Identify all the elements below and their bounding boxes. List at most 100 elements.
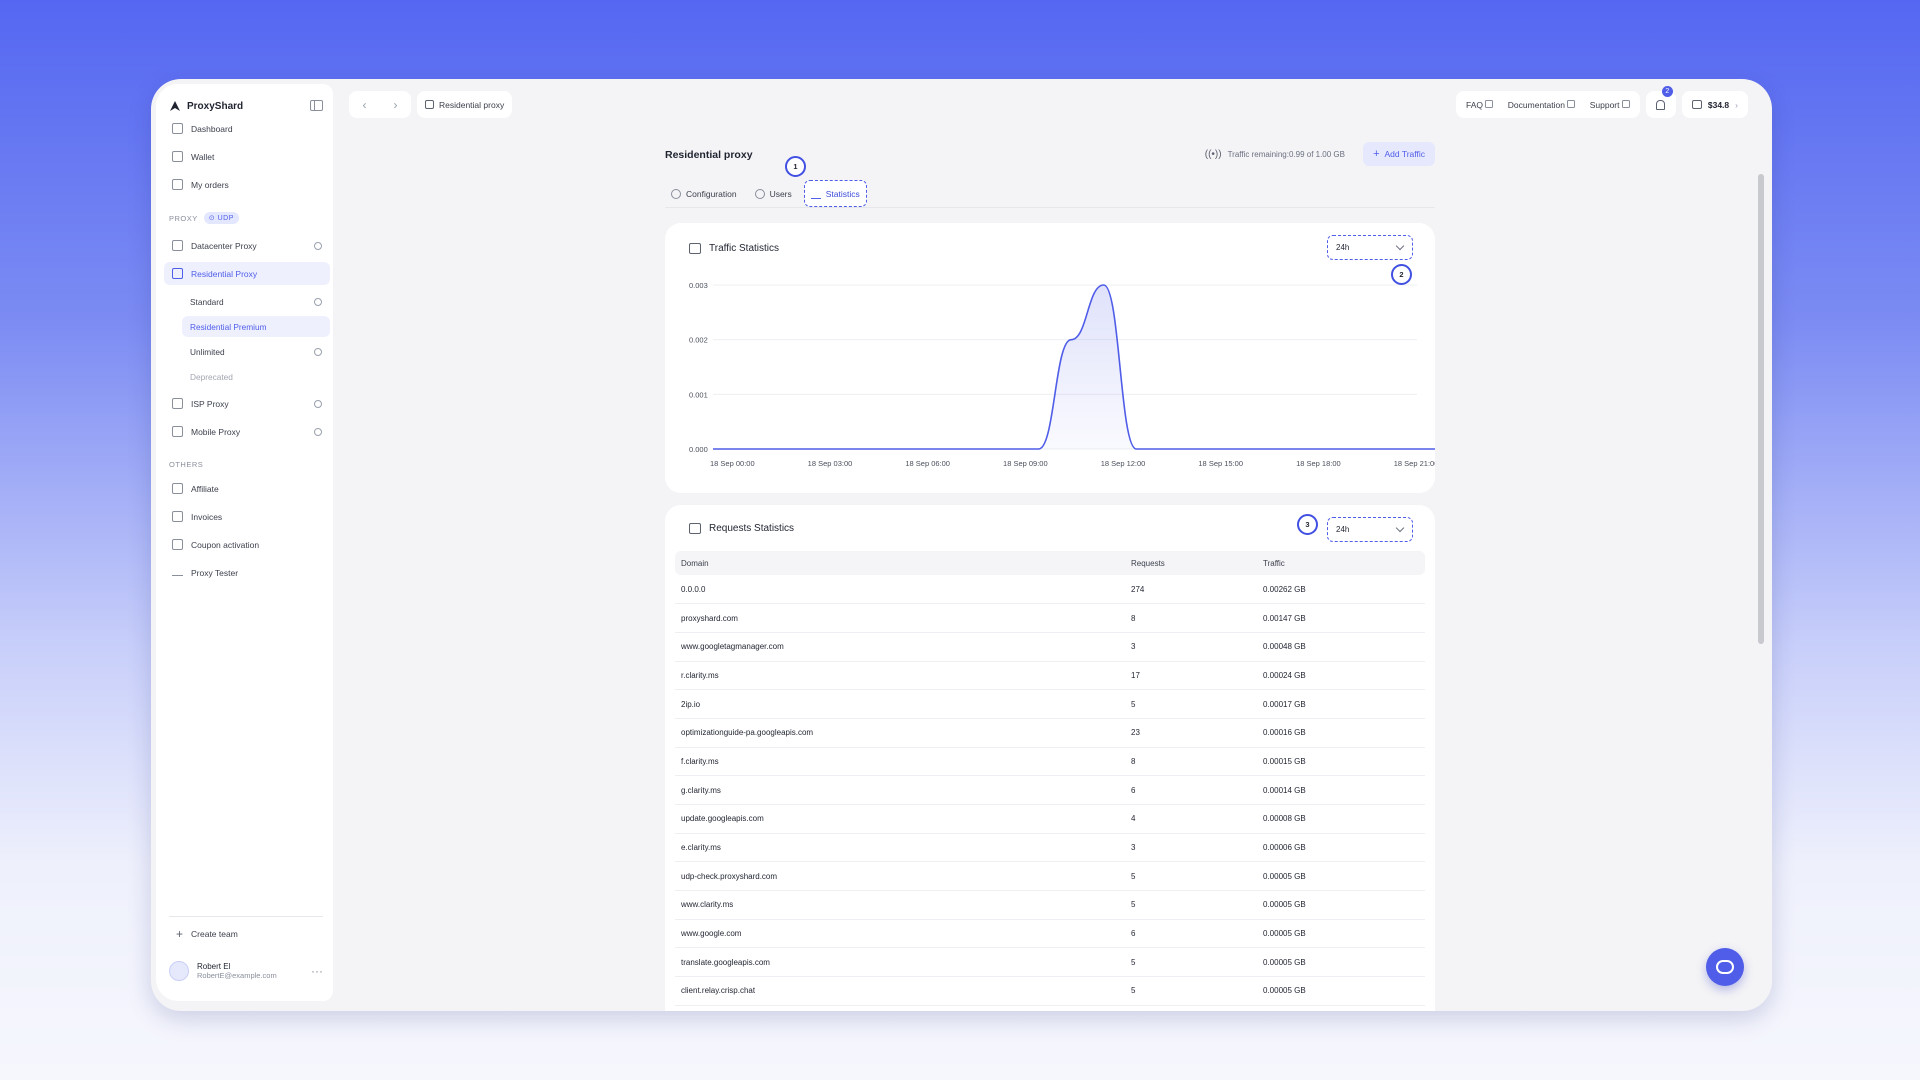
sidebar-item-coupon-activation[interactable]: Coupon activation xyxy=(164,533,330,556)
requests-statistics-card: Requests Statistics 24h 3 Domain Request… xyxy=(665,505,1435,1011)
table-row: f.clarity.ms 8 0.00015 GB xyxy=(675,747,1425,777)
back-icon[interactable]: ‹ xyxy=(363,98,367,112)
sidebar-item-label: Mobile Proxy xyxy=(191,426,241,437)
cell-traffic: 0.00014 GB xyxy=(1257,775,1425,805)
sidebar-subitem-residential-premium[interactable]: Residential Premium xyxy=(182,316,330,337)
x-tick-label: 18 Sep 00:00 xyxy=(710,459,755,468)
cell-traffic: 0.00262 GB xyxy=(1257,575,1425,605)
user-profile[interactable]: Robert El RobertE@example.com xyxy=(169,961,277,981)
cell-requests: 17 xyxy=(1125,661,1257,691)
affiliate-icon xyxy=(172,483,183,494)
info-icon[interactable] xyxy=(314,241,322,250)
section-label-proxy: PROXY ⊙ UDP xyxy=(169,212,239,224)
udp-badge-label: UDP xyxy=(217,215,234,222)
more-icon[interactable]: ··· xyxy=(311,964,323,978)
sidebar-item-wallet[interactable]: Wallet xyxy=(164,145,330,168)
card-title-text: Requests Statistics xyxy=(709,523,795,534)
faq-link[interactable]: FAQ xyxy=(1466,99,1494,110)
notifications-button[interactable]: 2 xyxy=(1645,86,1676,118)
tab-statistics[interactable]: Statistics xyxy=(803,180,867,207)
breadcrumb[interactable]: Residential proxy xyxy=(417,91,513,118)
documentation-link[interactable]: Documentation xyxy=(1507,99,1576,110)
cell-requests: 274 xyxy=(1125,575,1257,605)
sidebar-item-dashboard[interactable]: Dashboard xyxy=(164,117,330,140)
user-name: Robert El xyxy=(197,962,231,971)
sidebar-item-datacenter-proxy[interactable]: Datacenter Proxy xyxy=(164,234,330,257)
plus-icon: + xyxy=(176,927,184,941)
faq-label: FAQ xyxy=(1466,99,1484,110)
tab-configuration[interactable]: Configuration xyxy=(665,180,743,207)
cell-traffic: 0.00005 GB xyxy=(1257,890,1425,920)
support-link[interactable]: Support xyxy=(1590,99,1630,110)
cart-icon xyxy=(172,179,183,190)
sidebar-item-proxy-tester[interactable]: Proxy Tester xyxy=(164,561,330,584)
brand[interactable]: ProxyShard xyxy=(169,100,243,112)
sidebar-item-residential-proxy[interactable]: Residential Proxy xyxy=(164,262,330,285)
table-row: optimizationguide-pa.googleapis.com 23 0.0… xyxy=(675,718,1425,748)
cell-traffic: 0.00016 GB xyxy=(1257,718,1425,748)
cell-traffic: 0.00005 GB xyxy=(1257,919,1425,949)
signal-icon: ((•)) xyxy=(1204,149,1222,160)
chevron-right-icon: › xyxy=(1735,99,1738,110)
sidebar-item-my-orders[interactable]: My orders xyxy=(164,173,330,196)
balance-button[interactable]: $34.8 › xyxy=(1681,91,1748,118)
sidebar-subitem-unlimited[interactable]: Unlimited xyxy=(182,341,330,362)
logo-icon xyxy=(170,101,180,111)
tab-users[interactable]: Users xyxy=(749,180,798,207)
add-traffic-button[interactable]: + Add Traffic xyxy=(1363,142,1435,166)
table-row: 0.0.0.0 274 0.00262 GB xyxy=(675,575,1425,605)
sidebar-item-label: My orders xyxy=(191,179,229,190)
create-team-button[interactable]: + Create team xyxy=(176,927,238,941)
bar-chart-icon xyxy=(810,189,821,199)
app-window: ProxyShard Dashboard Wallet My orders PR… xyxy=(151,79,1772,1011)
subitem-label: Unlimited xyxy=(190,346,225,357)
cell-requests: 5 xyxy=(1125,947,1257,978)
sidebar-toggle-icon[interactable] xyxy=(310,100,323,111)
section-title: OTHERS xyxy=(169,460,204,469)
cell-traffic: 0.00005 GB xyxy=(1257,976,1425,1006)
forward-icon[interactable]: › xyxy=(394,98,398,112)
chat-button[interactable] xyxy=(1706,948,1744,986)
section-label-others: OTHERS xyxy=(169,460,203,469)
cell-requests: 5 xyxy=(1125,689,1257,719)
column-header-domain: Domain xyxy=(675,551,1125,575)
sidebar-item-mobile-proxy[interactable]: Mobile Proxy xyxy=(164,420,330,443)
cell-requests: 3 xyxy=(1125,632,1257,662)
sidebar-subitem-standard[interactable]: Standard xyxy=(182,291,330,312)
traffic-chart: 0.003 0.002 0.001 0.00018 Sep 00:00 18 Sep 0… xyxy=(689,281,1435,468)
sidebar-item-invoices[interactable]: Invoices xyxy=(164,505,330,528)
info-icon[interactable] xyxy=(314,399,322,408)
info-icon[interactable] xyxy=(314,347,322,356)
column-header-requests: Requests xyxy=(1125,551,1257,575)
traffic-area xyxy=(713,285,1435,450)
scrollbar[interactable] xyxy=(1758,174,1764,644)
cell-domain: www.google.com xyxy=(675,919,1125,949)
y-tick-label: 0.000 xyxy=(689,445,708,454)
traffic-statistics-card: Traffic Statistics 24h 0.003 0.002 0.001 0.… xyxy=(665,223,1435,493)
building-icon xyxy=(172,398,183,409)
sidebar-item-isp-proxy[interactable]: ISP Proxy xyxy=(164,392,330,415)
sidebar: ProxyShard Dashboard Wallet My orders PR… xyxy=(156,84,333,1001)
invoice-icon xyxy=(172,511,183,522)
sidebar-item-label: Coupon activation xyxy=(191,539,260,550)
history-navigation: ‹ › xyxy=(349,91,411,118)
sidebar-item-affiliate[interactable]: Affiliate xyxy=(164,477,330,500)
cell-domain: 0.0.0.0 xyxy=(675,575,1125,605)
sidebar-item-label: Proxy Tester xyxy=(191,567,239,578)
table-row: r.clarity.ms 17 0.00024 GB xyxy=(675,661,1425,691)
traffic-remaining: ((•)) Traffic remaining:0.99 of 1.00 GB xyxy=(1205,149,1345,160)
info-icon[interactable] xyxy=(314,297,322,306)
chat-icon xyxy=(1716,960,1734,974)
inbox-icon xyxy=(689,523,701,534)
info-icon[interactable] xyxy=(314,427,322,436)
cell-requests: 6 xyxy=(1125,775,1257,805)
cell-traffic: 0.00015 GB xyxy=(1257,747,1425,777)
requests-period-select[interactable]: 24h xyxy=(1327,517,1413,542)
cell-requests: 8 xyxy=(1125,747,1257,777)
sidebar-subitem-deprecated[interactable]: Deprecated xyxy=(182,366,330,387)
avatar xyxy=(169,961,189,981)
annotation-marker-2: 2 xyxy=(1391,264,1412,285)
documentation-label: Documentation xyxy=(1507,99,1565,110)
annotation-marker-1: 1 xyxy=(785,156,806,177)
cell-domain: r.clarity.ms xyxy=(675,661,1125,691)
